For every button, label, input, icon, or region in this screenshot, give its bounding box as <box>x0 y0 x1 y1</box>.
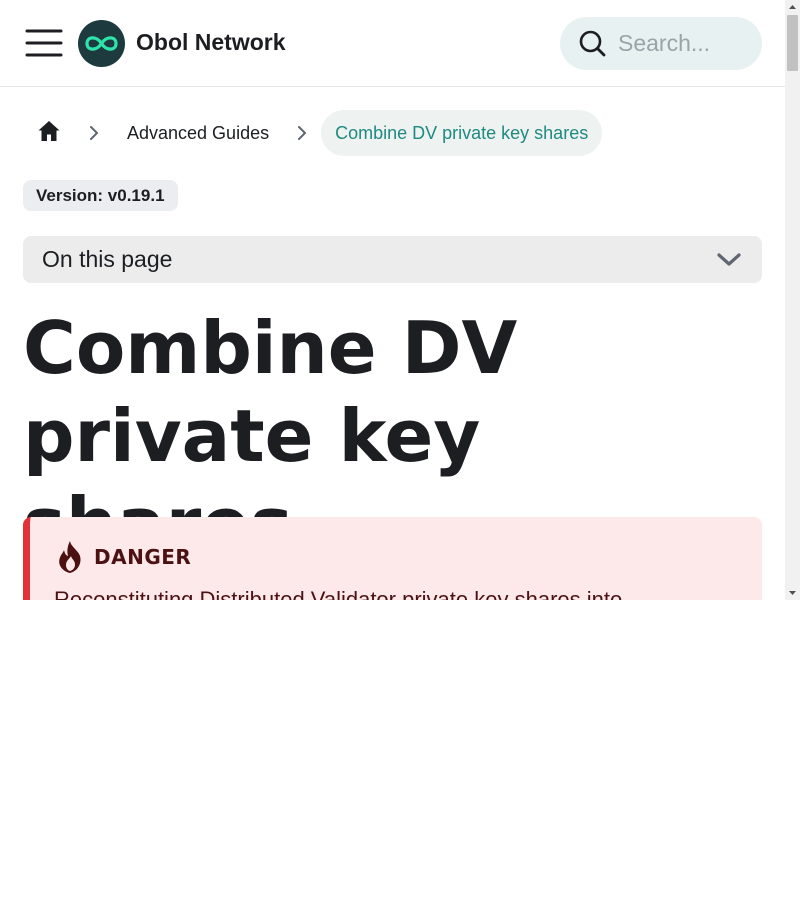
search-box[interactable] <box>560 17 762 70</box>
admonition-heading: DANGER <box>94 545 192 569</box>
obol-logo-icon[interactable] <box>78 20 125 67</box>
chevron-down-icon <box>716 250 742 270</box>
breadcrumb-item-current[interactable]: Combine DV private key shares <box>321 110 603 156</box>
hamburger-menu-icon[interactable] <box>24 25 66 61</box>
admonition-body: Reconstituting Distributed Validator pri… <box>54 587 623 600</box>
chevron-right-icon <box>283 110 321 156</box>
scrollbar-thumb[interactable] <box>787 15 798 71</box>
on-this-page-dropdown[interactable]: On this page <box>23 236 762 283</box>
breadcrumb-item-advanced-guides[interactable]: Advanced Guides <box>113 110 283 156</box>
brand-title[interactable]: Obol Network <box>136 29 286 56</box>
docs-page: Obol Network Search... Advanced Guides C… <box>0 0 785 600</box>
breadcrumb-home-link[interactable] <box>23 110 75 156</box>
browser-viewport: Obol Network Search... Advanced Guides C… <box>0 0 800 600</box>
navbar: Obol Network <box>0 0 785 87</box>
scroll-down-arrow-icon[interactable] <box>785 585 800 600</box>
danger-admonition: DANGER Reconstituting Distributed Valida… <box>23 517 762 600</box>
toc-label: On this page <box>42 246 173 272</box>
search-input[interactable] <box>618 25 748 61</box>
version-badge: Version: v0.19.1 <box>23 180 178 211</box>
scroll-up-arrow-icon[interactable] <box>785 0 800 15</box>
breadcrumb: Advanced Guides Combine DV private key s… <box>23 110 603 156</box>
home-icon <box>37 120 61 147</box>
chevron-right-icon <box>75 110 113 156</box>
search-icon <box>578 29 607 58</box>
vertical-scrollbar[interactable] <box>785 0 800 600</box>
fire-icon <box>55 540 85 574</box>
